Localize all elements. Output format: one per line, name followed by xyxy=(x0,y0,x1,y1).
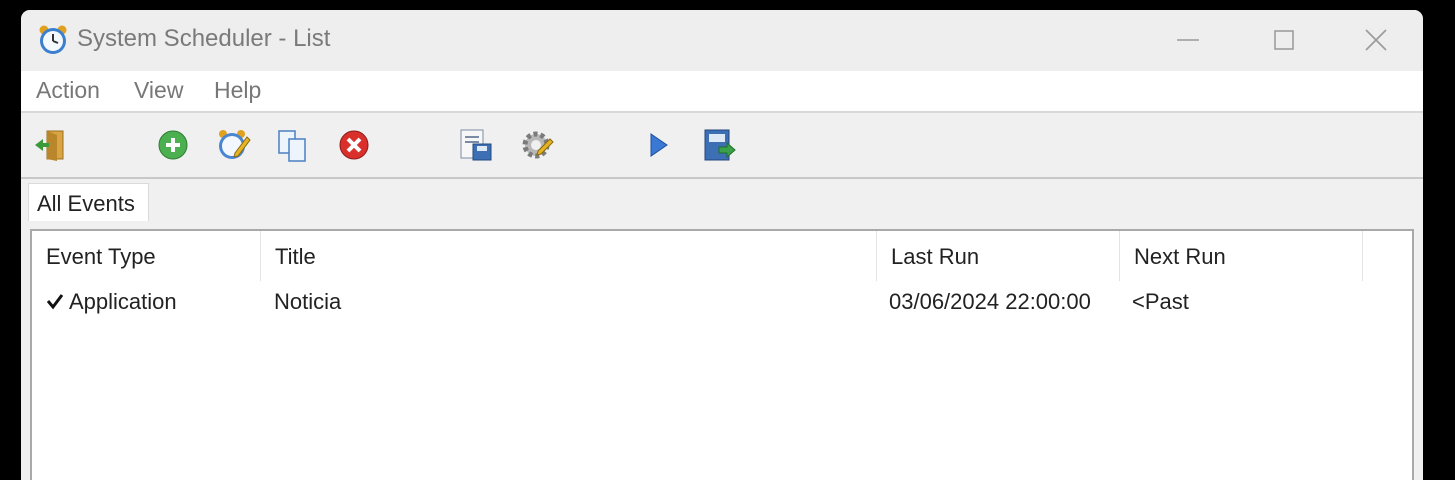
column-header-title[interactable]: Title xyxy=(261,231,877,281)
tab-strip: All Events xyxy=(21,179,1423,224)
column-label: Last Run xyxy=(891,244,980,269)
export-log-icon xyxy=(704,129,736,161)
checkmark-icon[interactable] xyxy=(46,290,64,310)
column-label: Next Run xyxy=(1134,244,1226,269)
exit-icon xyxy=(35,130,64,161)
app-window: System Scheduler - List Action View Help xyxy=(21,10,1423,480)
tab-panel: Event Type Title Last Run Next Run Appli… xyxy=(21,221,1423,480)
preferences-icon xyxy=(522,131,554,159)
preferences-button[interactable] xyxy=(518,127,554,163)
column-label: Event Type xyxy=(46,244,156,269)
column-label: Title xyxy=(275,244,316,269)
edit-event-button[interactable] xyxy=(215,127,251,163)
tab-label: All Events xyxy=(37,191,135,216)
column-header-next-run[interactable]: Next Run xyxy=(1120,231,1363,281)
add-event-button[interactable] xyxy=(155,127,191,163)
cell-next-run: <Past xyxy=(1132,289,1189,314)
exit-button[interactable] xyxy=(33,127,69,163)
column-header-event-type[interactable]: Event Type xyxy=(32,231,261,281)
copy-event-icon xyxy=(278,130,306,162)
run-event-icon xyxy=(650,133,668,157)
add-event-icon xyxy=(158,130,188,160)
cell-last-run: 03/06/2024 22:00:00 xyxy=(889,289,1091,314)
delete-event-button[interactable] xyxy=(336,127,372,163)
maximize-button[interactable] xyxy=(1235,10,1331,71)
close-icon xyxy=(1365,29,1387,51)
menu-bar: Action View Help xyxy=(21,71,1423,113)
table-row[interactable]: Application Noticia 03/06/2024 22:00:00 … xyxy=(32,281,1412,321)
cell-title: Noticia xyxy=(274,289,342,314)
menu-action[interactable]: Action xyxy=(36,77,100,104)
toolbar xyxy=(21,113,1423,179)
minimize-button[interactable] xyxy=(1139,10,1235,71)
run-event-button[interactable] xyxy=(640,127,676,163)
column-header-last-run[interactable]: Last Run xyxy=(877,231,1120,281)
tab-all-events[interactable]: All Events xyxy=(28,183,149,224)
menu-help[interactable]: Help xyxy=(214,77,261,104)
maximize-icon xyxy=(1274,30,1294,50)
save-list-icon xyxy=(460,129,492,161)
minimize-icon xyxy=(1177,39,1199,41)
alarm-clock-icon xyxy=(37,24,69,56)
close-button[interactable] xyxy=(1327,10,1423,71)
window-title: System Scheduler - List xyxy=(77,25,331,52)
title-bar[interactable]: System Scheduler - List xyxy=(21,10,1423,71)
edit-event-icon xyxy=(219,130,251,159)
delete-event-icon xyxy=(339,130,369,160)
events-list[interactable]: Event Type Title Last Run Next Run Appli… xyxy=(30,229,1414,480)
menu-view[interactable]: View xyxy=(134,77,183,104)
export-log-button[interactable] xyxy=(701,127,737,163)
save-list-button[interactable] xyxy=(458,127,494,163)
copy-event-button[interactable] xyxy=(275,127,311,163)
list-header: Event Type Title Last Run Next Run xyxy=(32,231,1412,281)
cell-event-type: Application xyxy=(69,289,177,314)
